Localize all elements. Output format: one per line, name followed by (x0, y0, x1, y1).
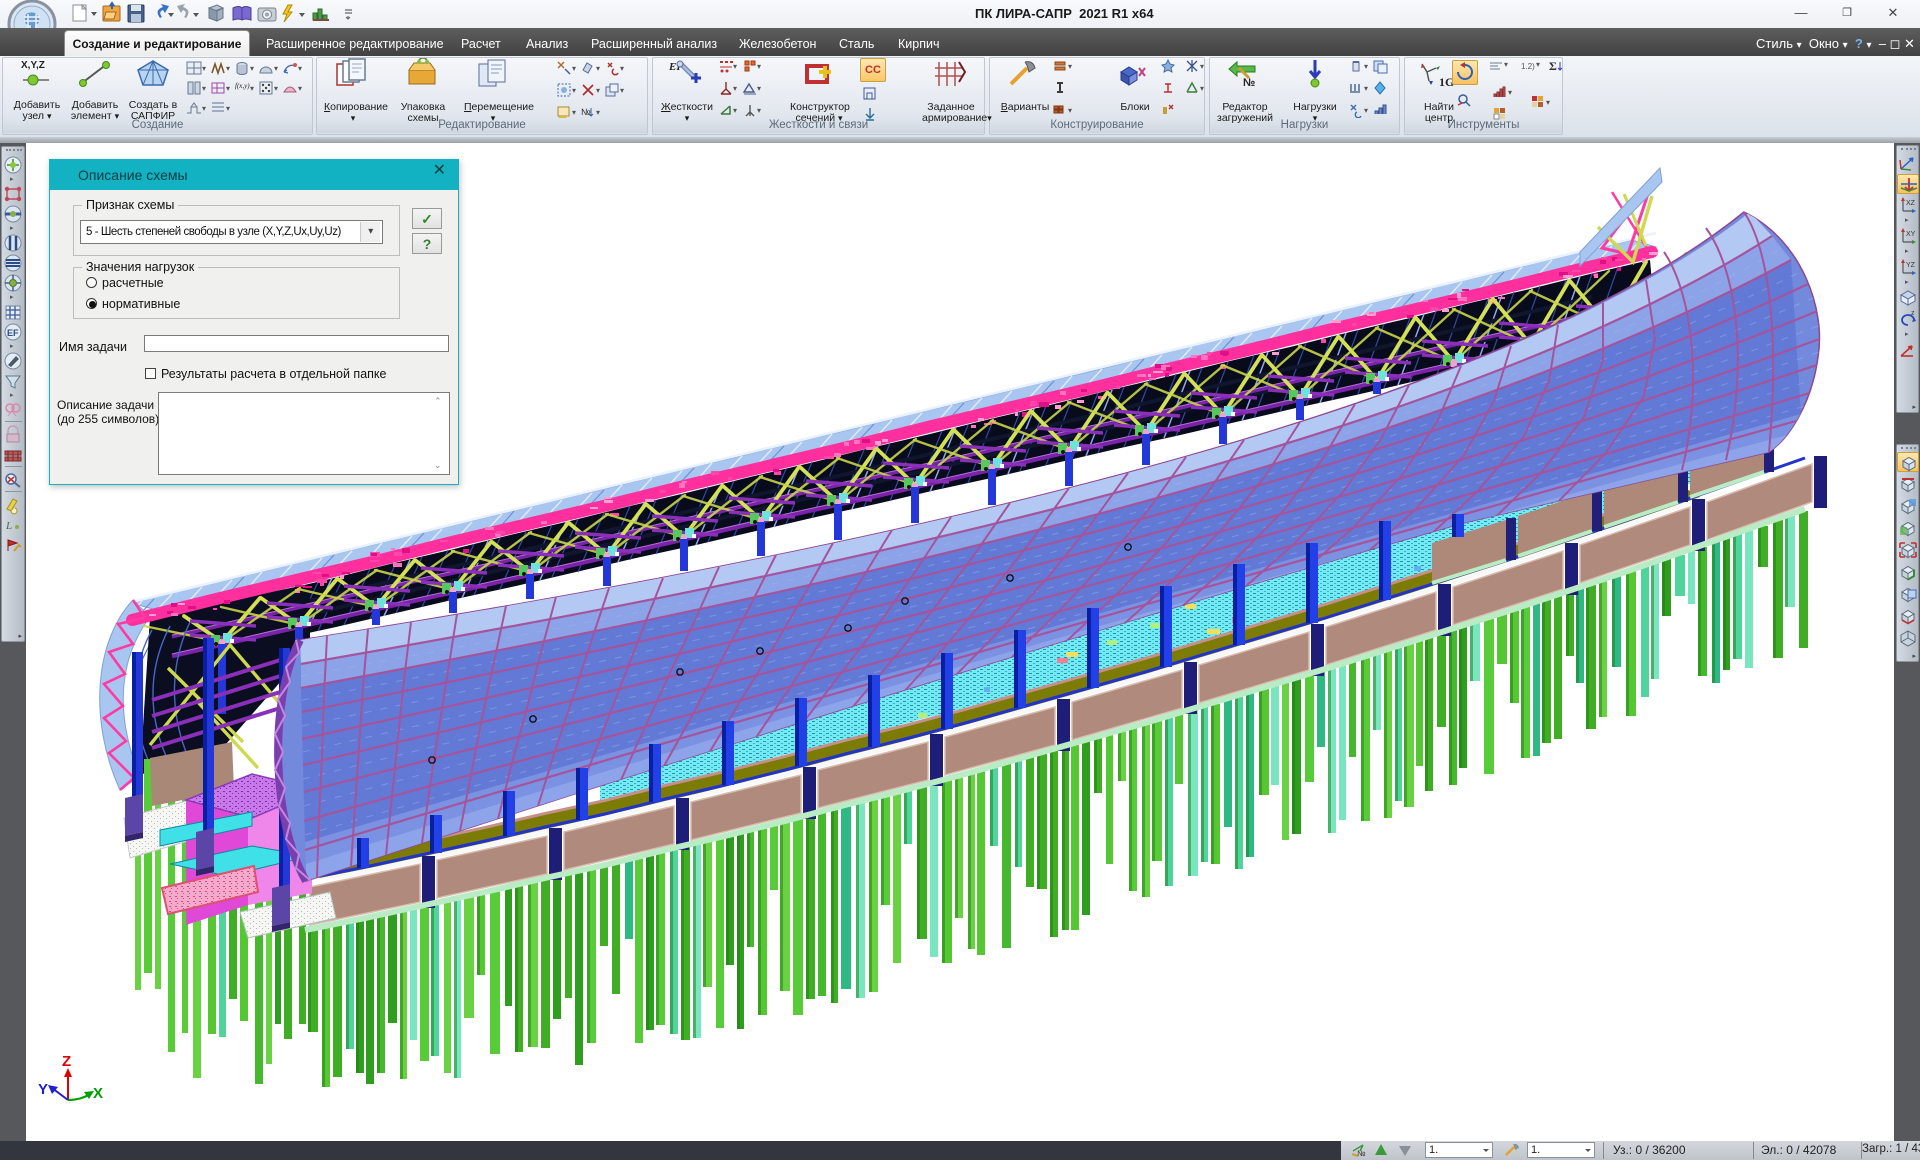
svg-text:№: № (1243, 77, 1255, 89)
svg-text:Y: Y (38, 1081, 48, 1098)
svg-text:XY: XY (1906, 231, 1916, 238)
svg-text:Σ: Σ (1549, 59, 1557, 73)
svg-text:L: L (5, 520, 12, 532)
svg-text:XZ: XZ (1906, 200, 1916, 207)
svg-text:YZ: YZ (1906, 262, 1916, 269)
svg-text:z: z (1911, 310, 1915, 317)
svg-text:EF: EF (7, 328, 19, 338)
svg-text:№: № (581, 107, 591, 117)
svg-text:1.2): 1.2) (1521, 62, 1535, 71)
svg-text:f(x,y): f(x,y) (235, 82, 250, 90)
svg-text:Z: Z (62, 1053, 71, 1070)
svg-text:№: № (1357, 1149, 1366, 1158)
svg-text:X,Y,Z: X,Y,Z (21, 60, 45, 71)
svg-text:X: X (93, 1085, 103, 1102)
